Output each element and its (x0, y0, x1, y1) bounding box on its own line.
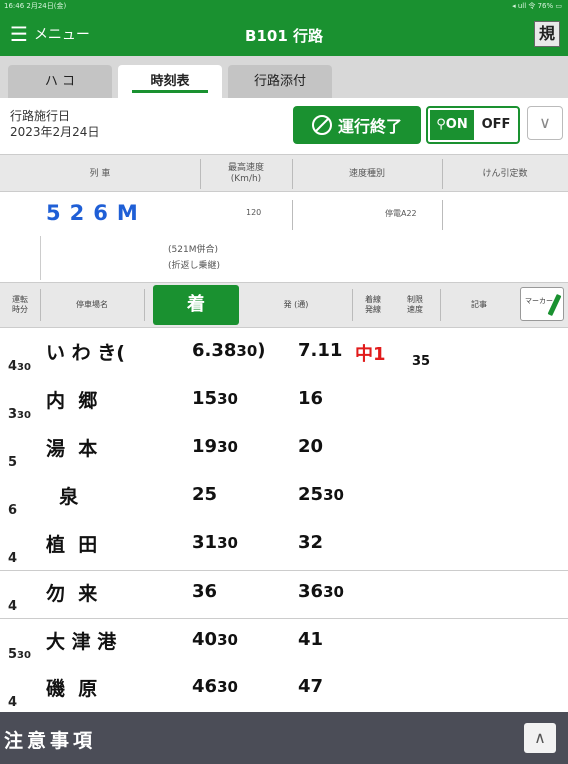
table-row[interactable]: 5 湯 本 1930 20 (0, 426, 568, 474)
arrival-time: 4630 (192, 676, 238, 697)
table-row[interactable]: 4 磯 原 4630 47 (0, 666, 568, 714)
col-departure: 発 (通) (283, 300, 309, 309)
train-number: 526M (46, 201, 147, 225)
max-speed-value: 120 (246, 208, 262, 217)
table-row[interactable]: 4 植 田 3130 32 (0, 522, 568, 570)
location-pin-icon: ⚲ (436, 117, 446, 132)
station-name: 湯 本 (46, 438, 98, 460)
toggle-off[interactable]: OFF (476, 110, 516, 140)
tab-label: 時刻表 (150, 74, 190, 89)
header-haulage: けん引定数 (482, 168, 528, 179)
col-track: 着線 発線 (365, 295, 381, 314)
tab-label: ハ コ (44, 74, 76, 89)
tab-bar: ハ コ 時刻表 行路添付 (0, 56, 568, 98)
track-note: 中1 (355, 344, 386, 365)
table-row[interactable]: 330 内 郷 1530 16 (0, 378, 568, 426)
header-train: 列 車 (89, 168, 111, 179)
expand-notes-button[interactable]: ∧ (524, 723, 556, 753)
status-indicators: ◂ ull 令 76% ▭ (512, 2, 562, 10)
arrival-time: 6.3830) (192, 340, 266, 361)
arrival-button[interactable]: 着 (153, 285, 239, 325)
marker-button[interactable]: マーカー (520, 287, 564, 321)
departure-time: 41 (298, 629, 324, 650)
runtime: 330 (8, 407, 31, 422)
station-name: 勿 来 (46, 583, 98, 605)
expand-button[interactable]: ∨ (527, 106, 563, 140)
departure-time: 20 (298, 436, 324, 457)
station-name: い わ き( (46, 342, 125, 364)
header-speed-type: 速度種別 (348, 168, 385, 179)
kisei-button[interactable]: 規 (534, 21, 560, 47)
station-name: 大 津 港 (46, 631, 117, 653)
speed-limit-value: 35 (412, 354, 431, 369)
runtime: 4 (8, 551, 18, 566)
col-runtime: 運転 時分 (12, 295, 28, 314)
tab-timetable[interactable]: 時刻表 (118, 65, 222, 98)
departure-time: 16 (298, 388, 324, 409)
col-remarks: 記事 (471, 300, 487, 309)
departure-time: 2530 (298, 484, 344, 505)
note-line-1: (521M併合) (168, 245, 218, 255)
location-toggle[interactable]: ⚲ON OFF (426, 106, 520, 144)
tab-label: 行路添付 (253, 74, 306, 89)
station-name: 泉 (46, 486, 79, 508)
runtime: 530 (8, 647, 31, 662)
runtime: 6 (8, 503, 18, 518)
notes-title: 注意事項 (4, 730, 97, 752)
arrival-time: 36 (192, 581, 218, 602)
status-bar: 16:46 2月24日(金) ◂ ull 令 76% ▭ (0, 0, 568, 12)
table-row[interactable]: 530 大 津 港 4030 41 (0, 618, 568, 666)
timetable-header: 運転 時分 停車場名 発 (通) 着線 発線 制限 速度 記事 (0, 282, 568, 328)
table-row[interactable]: 6 泉 25 2530 (0, 474, 568, 522)
note-line-2: (折返し乗継) (168, 261, 221, 271)
departure-time: 3630 (298, 581, 344, 602)
divider (144, 289, 145, 321)
tab-hako[interactable]: ハ コ (8, 65, 112, 98)
chevron-up-icon: ∧ (534, 728, 546, 747)
train-info-header: 列 車 最高速度 (Km/h) 速度種別 けん引定数 (0, 154, 568, 192)
station-name: 植 田 (46, 534, 98, 556)
runtime: 430 (8, 359, 31, 374)
date-label: 行路施行日 (10, 109, 71, 123)
arrival-time: 1930 (192, 436, 238, 457)
station-name: 磯 原 (46, 678, 98, 700)
runtime: 4 (8, 695, 18, 710)
station-name: 内 郷 (46, 390, 98, 412)
runtime: 4 (8, 599, 18, 614)
cancel-circle-icon (311, 115, 332, 135)
speed-type-value: 停電A22 (385, 209, 417, 218)
chevron-down-icon: ∨ (539, 113, 551, 132)
end-operation-label: 運行終了 (337, 117, 402, 136)
table-row[interactable]: 430 い わ き( 6.3830) 7.11 中1 35 (0, 330, 568, 378)
status-time: 16:46 2月24日(金) (4, 2, 67, 10)
departure-time: 32 (298, 532, 324, 553)
date-value: 2023年2月24日 (10, 125, 100, 139)
divider (442, 200, 443, 230)
arrival-time: 4030 (192, 629, 238, 650)
notes-footer[interactable]: 注意事項 ∧ (0, 712, 568, 764)
arrival-time: 1530 (192, 388, 238, 409)
active-tab-indicator (132, 90, 208, 93)
runtime: 5 (8, 455, 18, 470)
col-station: 停車場名 (76, 300, 108, 309)
divider (292, 200, 293, 230)
toggle-on-label: ON (445, 117, 468, 132)
title-bar: ☰ メニュー B101 行路 規 (0, 12, 568, 56)
table-row[interactable]: 4 勿 来 36 3630 (0, 570, 568, 618)
tab-attachment[interactable]: 行路添付 (228, 65, 332, 98)
arrival-time: 3130 (192, 532, 238, 553)
departure-time: 47 (298, 676, 324, 697)
operation-date: 行路施行日 2023年2月24日 (10, 108, 99, 140)
arrival-time: 25 (192, 484, 218, 505)
timetable-rows: 430 い わ き( 6.3830) 7.11 中1 35 330 内 郷 15… (0, 330, 568, 712)
departure-time: 7.11 (298, 340, 343, 361)
col-speed-limit: 制限 速度 (407, 295, 423, 314)
page-title: B101 行路 (245, 27, 323, 45)
end-operation-button[interactable]: 運行終了 (293, 106, 421, 144)
marker-label: マーカー (525, 297, 553, 305)
train-note: (521M併合) (折返し乗継) (40, 236, 568, 280)
header-max-speed: 最高速度 (Km/h) (227, 163, 264, 184)
toggle-on[interactable]: ⚲ON (430, 110, 474, 140)
